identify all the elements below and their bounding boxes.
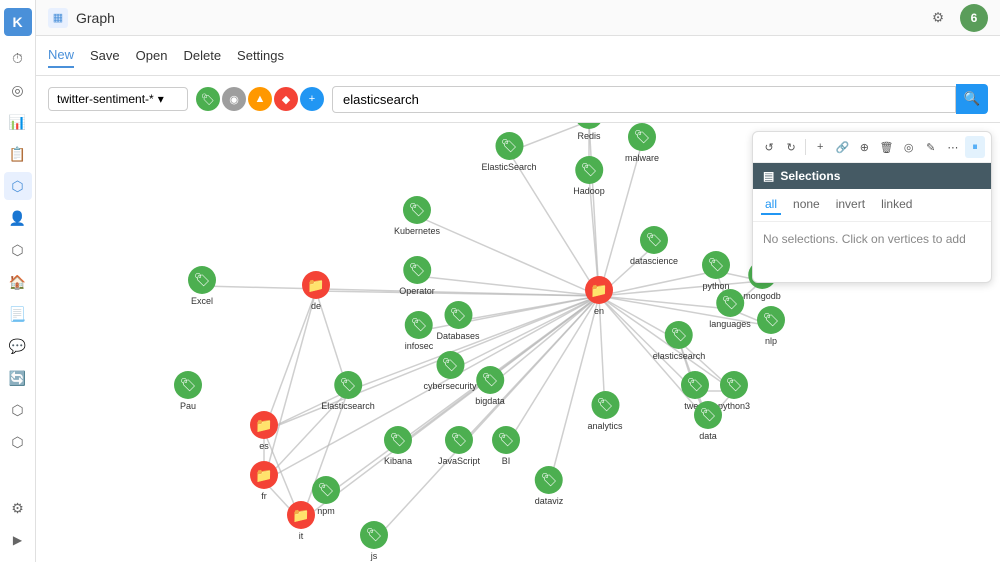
target-button[interactable]: ◎ — [899, 136, 919, 158]
undo-button[interactable]: ↺ — [759, 136, 779, 158]
node-de[interactable]: 📁de — [302, 271, 330, 311]
index-dropdown[interactable]: twitter-sentiment-* ▾ — [48, 87, 188, 111]
toolbar: New Save Open Delete Settings — [36, 36, 1000, 76]
graph-area[interactable]: 🏷Redis 🏷malware 🏷ElasticSearch 🏷Hadoop 🏷Kube… — [36, 123, 1000, 562]
open-button[interactable]: Open — [136, 44, 168, 67]
merge-button[interactable]: ⊕ — [854, 136, 874, 158]
node-fr[interactable]: 📁fr — [250, 461, 278, 501]
node-kubernetes[interactable]: 🏷Kubernetes — [394, 196, 440, 236]
node-pau[interactable]: 🏷Pau — [174, 371, 202, 411]
avatar[interactable]: 6 — [960, 4, 988, 32]
empty-message: No selections. Click on vertices to add — [763, 232, 966, 246]
selections-panel: ↺ ↻ + 🔗 ⊕ 🗑 ◎ ✎ ⋯ ⏸ ▤ Selections all non… — [752, 131, 992, 283]
sidebar-item-hex[interactable]: ⬡ — [4, 236, 32, 264]
main-area: ▦ Graph ⚙ 6 New Save Open Delete Setting… — [36, 0, 1000, 562]
node-infosec[interactable]: 🏷infosec — [405, 311, 434, 351]
sidebar-expand-btn[interactable]: ▶ — [4, 526, 32, 554]
sidebar-item-settings[interactable]: ⚙ — [4, 494, 32, 522]
node-js[interactable]: 🏷js — [360, 521, 388, 561]
node-redis[interactable]: 🏷Redis — [575, 123, 603, 141]
node-elasticsearch_node[interactable]: 🏷Elasticsearch — [321, 371, 375, 411]
more-button[interactable]: ⋯ — [943, 136, 963, 158]
sidebar-item-clock[interactable]: ⏱ — [4, 44, 32, 72]
sidebar: K ⏱ ◎ 📊 📋 ⬡ 👤 ⬡ 🏠 📃 💬 🔄 ⬡ ⬡ ⚙ ▶ — [0, 0, 36, 562]
node-python[interactable]: 🏷python — [702, 251, 730, 291]
title-icon: ▦ — [48, 8, 68, 28]
dropdown-value: twitter-sentiment-* — [57, 92, 154, 106]
sidebar-item-chat[interactable]: 💬 — [4, 332, 32, 360]
node-analytics[interactable]: 🏷analytics — [587, 391, 622, 431]
node-es[interactable]: 📁es — [250, 411, 278, 451]
filter-circle-icon[interactable]: ◉ — [222, 87, 246, 111]
save-button[interactable]: Save — [90, 44, 120, 67]
pause-button[interactable]: ⏸ — [965, 136, 985, 158]
node-databases[interactable]: 🏷Databases — [436, 301, 479, 341]
sidebar-item-star[interactable]: ⬡ — [4, 396, 32, 424]
panel-header-icon: ▤ — [763, 169, 774, 183]
link-button[interactable]: 🔗 — [832, 136, 852, 158]
search-input-wrap: 🔍 — [332, 84, 988, 114]
filter-triangle-icon[interactable]: ▲ — [248, 87, 272, 111]
node-malware[interactable]: 🏷malware — [625, 123, 659, 163]
search-button[interactable]: 🔍 — [956, 84, 988, 114]
sidebar-item-refresh[interactable]: 🔄 — [4, 364, 32, 392]
node-operator[interactable]: 🏷Operator — [399, 256, 435, 296]
node-python3[interactable]: 🏷python3 — [718, 371, 750, 411]
tab-none[interactable]: none — [789, 195, 824, 215]
tab-all[interactable]: all — [761, 195, 781, 215]
panel-toolbar: ↺ ↻ + 🔗 ⊕ 🗑 ◎ ✎ ⋯ ⏸ — [753, 132, 991, 163]
panel-tabs: all none invert linked — [753, 189, 991, 222]
panel-content: No selections. Click on vertices to add — [753, 222, 991, 282]
titlebar: ▦ Graph ⚙ 6 — [36, 0, 1000, 36]
panel-title: Selections — [780, 169, 840, 183]
page-title: Graph — [76, 10, 924, 26]
sidebar-item-list[interactable]: 📋 — [4, 140, 32, 168]
titlebar-actions: ⚙ 6 — [924, 4, 988, 32]
settings-toolbar-button[interactable]: Settings — [237, 44, 284, 67]
sidebar-item-graph[interactable]: ⬡ — [4, 172, 32, 200]
delete-panel-button[interactable]: 🗑 — [876, 136, 896, 158]
redo-button[interactable]: ↻ — [781, 136, 801, 158]
node-bigdata[interactable]: 🏷bigdata — [475, 366, 505, 406]
tab-invert[interactable]: invert — [832, 195, 869, 215]
node-excel[interactable]: 🏷Excel — [188, 266, 216, 306]
node-languages[interactable]: 🏷languages — [709, 289, 751, 329]
delete-button[interactable]: Delete — [183, 44, 221, 67]
tab-linked[interactable]: linked — [877, 195, 916, 215]
search-input[interactable] — [332, 86, 956, 113]
sidebar-item-doc[interactable]: 📃 — [4, 300, 32, 328]
node-cybersecurity[interactable]: 🏷cybersecurity — [423, 351, 476, 391]
edit-button[interactable]: ✎ — [921, 136, 941, 158]
node-en[interactable]: 📁en — [585, 276, 613, 316]
node-dataviz[interactable]: 🏷dataviz — [535, 466, 564, 506]
new-button[interactable]: New — [48, 43, 74, 68]
node-npm[interactable]: 🏷npm — [312, 476, 340, 516]
sidebar-item-alert[interactable]: ⬡ — [4, 428, 32, 456]
node-javascript[interactable]: 🏷JavaScript — [438, 426, 480, 466]
sidebar-item-home[interactable]: 🏠 — [4, 268, 32, 296]
node-elasticsearch_top[interactable]: 🏷ElasticSearch — [481, 132, 536, 172]
filter-diamond-icon[interactable]: ◆ — [274, 87, 298, 111]
app-logo: K — [4, 8, 32, 36]
sidebar-item-user[interactable]: 👤 — [4, 204, 32, 232]
sidebar-item-search[interactable]: ◎ — [4, 76, 32, 104]
toolbar-separator — [805, 139, 806, 155]
node-elasticsearch_mid[interactable]: 🏷elasticsearch — [653, 321, 706, 361]
sidebar-item-chart[interactable]: 📊 — [4, 108, 32, 136]
node-kibana[interactable]: 🏷Kibana — [384, 426, 412, 466]
node-datascience[interactable]: 🏷datascience — [630, 226, 678, 266]
panel-header: ▤ Selections — [753, 163, 991, 189]
chevron-down-icon: ▾ — [158, 92, 164, 106]
node-hadoop[interactable]: 🏷Hadoop — [573, 156, 605, 196]
node-nlp[interactable]: 🏷nlp — [757, 306, 785, 346]
node-it[interactable]: 📁it — [287, 501, 315, 541]
node-bi[interactable]: 🏷BI — [492, 426, 520, 466]
filter-add-icon[interactable]: + — [300, 87, 324, 111]
add-panel-button[interactable]: + — [810, 136, 830, 158]
node-data[interactable]: 🏷data — [694, 401, 722, 441]
search-bar: twitter-sentiment-* ▾ 🏷 ◉ ▲ ◆ + 🔍 — [36, 76, 1000, 123]
filter-icons: 🏷 ◉ ▲ ◆ + — [196, 87, 324, 111]
settings-button[interactable]: ⚙ — [924, 4, 952, 32]
filter-tag-icon[interactable]: 🏷 — [196, 87, 220, 111]
